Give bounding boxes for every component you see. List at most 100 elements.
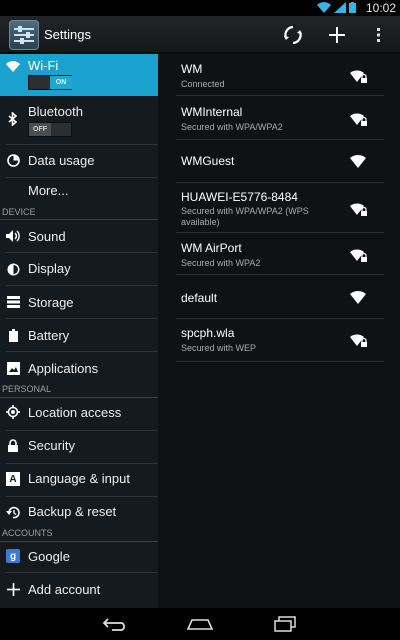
sidebar-item-display[interactable]: Display [0,253,158,285]
sidebar-item-label: Bluetooth [28,104,83,119]
sidebar-item-location-access[interactable]: Location access [0,398,158,430]
section-header-device: DEVICE [2,207,36,217]
data-usage-icon [6,153,20,167]
wifi-signal-lock-icon [350,70,367,83]
network-item[interactable]: spcph.wla Secured with WEP [176,319,384,362]
network-status: Secured with WPA2 [181,258,261,268]
network-item[interactable]: WM Connected [176,54,384,96]
sidebar-item-data-usage[interactable]: Data usage [0,145,158,177]
action-bar: Settings [0,16,400,54]
overflow-menu-button[interactable] [366,22,392,48]
storage-icon [6,295,20,309]
network-name: WMGuest [181,154,235,168]
lock-icon [6,438,20,452]
page-title[interactable]: Settings [44,27,91,42]
network-name: WM [181,62,203,76]
sidebar-item-label: Wi-Fi [28,58,59,73]
network-item[interactable]: WMInternal Secured with WPA/WPA2 [176,96,384,140]
wifi-status-icon [317,2,331,13]
sidebar-item-language-input[interactable]: A Language & input [0,464,158,496]
sidebar-item-label: Battery [28,328,70,343]
wifi-signal-lock-icon [350,113,367,126]
wifi-signal-lock-icon [350,203,367,216]
sidebar-item-battery[interactable]: Battery [0,319,158,351]
sidebar-item-storage[interactable]: Storage [0,286,158,318]
back-icon [102,618,125,631]
network-item[interactable]: WM AirPort Secured with WPA2 [176,233,384,275]
network-name: default [181,291,218,305]
backup-icon [6,505,20,519]
sidebar-item-bluetooth[interactable]: Bluetooth OFF [0,96,158,144]
wifi-signal-lock-icon [350,334,367,347]
network-name: WM AirPort [181,241,242,255]
sidebar-item-google[interactable]: g Google [0,542,158,572]
language-icon: A [6,472,20,486]
sidebar-item-label: Location access [28,405,122,420]
status-bar: 10:02 [0,0,400,16]
section-header-personal: PERSONAL [2,384,52,394]
navigation-bar [0,608,400,640]
sidebar-item-sound[interactable]: Sound [0,220,158,252]
settings-sidebar: Wi-Fi ON Bluetooth OFF Data usage More..… [0,54,158,608]
selected-highlight [0,54,158,96]
network-status: Secured with WPA/WPA2 [181,122,283,132]
wifi-signal-icon [350,154,366,168]
sidebar-item-wifi[interactable]: Wi-Fi ON [0,54,158,96]
home-icon [186,619,214,630]
sidebar-item-label: More... [28,183,69,198]
sidebar-item-label: Sound [28,229,66,244]
sidebar-item-applications[interactable]: Applications [0,352,158,384]
toggle-off-label: OFF [29,123,51,136]
sidebar-item-label: Language & input [28,471,130,486]
sidebar-item-more[interactable]: More... [0,178,158,206]
sidebar-item-label: Applications [28,361,99,376]
wps-icon [284,25,302,45]
overflow-icon [377,28,380,42]
bluetooth-toggle[interactable]: OFF [28,122,72,137]
settings-app-icon[interactable] [9,20,39,50]
display-icon [6,262,20,276]
sidebar-item-add-account[interactable]: Add account [0,573,158,605]
wifi-toggle[interactable]: ON [28,75,72,90]
applications-icon [6,361,20,375]
network-item[interactable]: default [176,275,384,319]
home-button[interactable] [185,613,215,635]
bluetooth-icon [6,112,20,126]
plus-icon [329,27,345,43]
network-name: WMInternal [181,105,243,119]
sidebar-item-security[interactable]: Security [0,431,158,463]
wifi-network-list: WM Connected WMInternal Secured with WPA… [158,54,400,608]
network-status: Secured with WPA/WPA2 (WPS available) [181,206,309,227]
sidebar-item-backup-reset[interactable]: Backup & reset [0,497,158,529]
sidebar-item-label: Security [28,438,75,453]
toggle-on-label: ON [50,76,72,89]
location-icon [6,405,20,419]
network-name: spcph.wla [181,326,235,340]
sidebar-item-label: Data usage [28,153,95,168]
section-header-accounts: ACCOUNTS [2,528,53,538]
google-icon: g [6,549,20,563]
network-item[interactable]: HUAWEI-E5776-8484 Secured with WPA/WPA2 … [176,183,384,233]
sidebar-item-label: Google [28,549,70,564]
wifi-signal-lock-icon [350,249,367,262]
sound-icon [6,229,20,243]
battery-icon [6,328,20,342]
wifi-signal-icon [350,290,366,304]
sidebar-item-label: Display [28,261,71,276]
network-name: HUAWEI-E5776-8484 [181,190,298,204]
recent-apps-button[interactable] [270,613,300,635]
sidebar-item-label: Backup & reset [28,504,117,519]
sidebar-item-label: Add account [28,582,101,597]
clock: 10:02 [365,1,396,15]
cell-signal-icon [334,2,346,13]
network-item[interactable]: WMGuest [176,140,384,183]
back-button[interactable] [100,613,130,635]
battery-icon [349,2,356,13]
sidebar-item-label: Storage [28,295,74,310]
wifi-icon [6,59,20,73]
recent-apps-icon [274,616,296,632]
plus-icon [6,582,20,596]
add-network-button[interactable] [324,22,350,48]
wps-button[interactable] [280,22,306,48]
divider [176,361,384,362]
